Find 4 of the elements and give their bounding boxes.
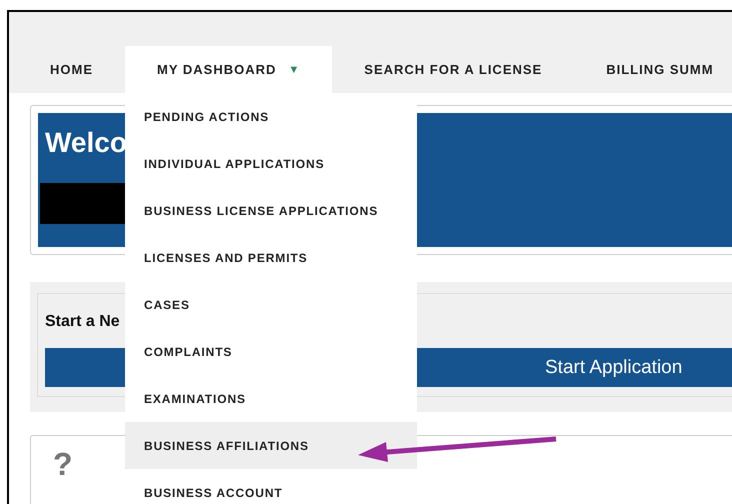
welcome-title: Welco [45, 126, 127, 160]
caret-icon: ▼ [288, 64, 300, 76]
start-title: Start a Ne [45, 312, 121, 332]
question-icon: ? [53, 446, 73, 483]
